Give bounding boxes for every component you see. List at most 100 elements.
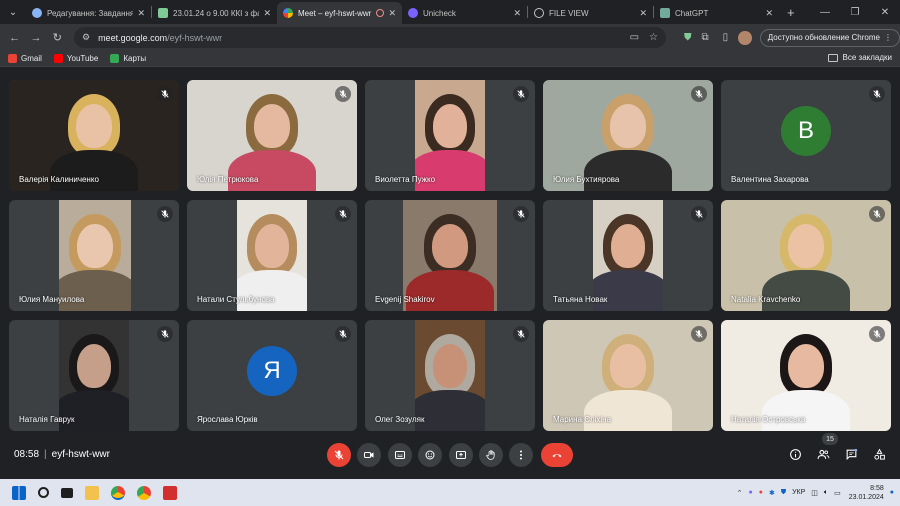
close-window-icon[interactable]: ✕ xyxy=(870,0,900,24)
participant-tile[interactable]: Марина Єліхіна xyxy=(543,320,713,431)
browser-tab[interactable]: Редагування: Завдання ✕ xyxy=(26,2,151,24)
chevron-up-icon[interactable]: ⌃ xyxy=(737,489,743,497)
participant-name: Юлия Мануилова xyxy=(19,295,85,304)
more-options-button[interactable] xyxy=(509,443,533,467)
reactions-button[interactable] xyxy=(418,443,442,467)
present-screen-button[interactable] xyxy=(449,443,473,467)
address-bar[interactable]: ⚙ meet.google.com/eyf-hswt-wwr ▭ ☆ xyxy=(73,27,667,48)
reload-icon[interactable]: ↻ xyxy=(47,31,68,44)
close-tab-icon[interactable]: ✕ xyxy=(388,8,396,19)
browser-tab[interactable]: FILE VIEW ✕ xyxy=(528,2,653,24)
forward-icon[interactable]: → xyxy=(25,32,46,44)
url-text: meet.google.com/eyf-hswt-wwr xyxy=(98,33,620,43)
task-view-icon[interactable] xyxy=(61,487,73,498)
tab-search-icon[interactable]: ⌄ xyxy=(0,0,26,24)
participant-tile[interactable]: Я Ярослава Юрків xyxy=(187,320,357,431)
face-shape xyxy=(610,104,646,148)
camera-icon xyxy=(364,452,374,458)
close-tab-icon[interactable]: ✕ xyxy=(639,8,647,19)
notifications-icon[interactable]: ● xyxy=(890,489,894,496)
minimize-icon[interactable]: — xyxy=(810,0,840,24)
face-shape xyxy=(610,344,646,388)
close-tab-icon[interactable]: ✕ xyxy=(137,8,145,19)
camera-toggle-button[interactable] xyxy=(357,443,381,467)
network-icon[interactable]: ◫ xyxy=(811,489,818,497)
body-shape xyxy=(415,390,485,431)
mic-toggle-button[interactable] xyxy=(327,443,351,467)
security-icon[interactable]: ⛊ xyxy=(781,489,786,497)
pdf-reader-icon[interactable] xyxy=(163,485,177,500)
tray-app-icon[interactable]: ● xyxy=(759,489,763,496)
clock-date: 23.01.2024 xyxy=(848,493,884,501)
muted-mic-icon xyxy=(691,206,707,222)
bookmark-gmail[interactable]: Gmail xyxy=(8,54,42,63)
file-explorer-icon[interactable] xyxy=(85,485,99,500)
all-bookmarks-button[interactable]: Все закладки xyxy=(827,53,892,62)
participant-tile[interactable]: Юлия Бухтиярова xyxy=(543,80,713,191)
bookmark-star-icon[interactable]: ☆ xyxy=(649,32,658,43)
side-panel-icon[interactable]: ▯ xyxy=(723,32,729,43)
restore-icon[interactable]: ❐ xyxy=(840,0,870,24)
close-tab-icon[interactable]: ✕ xyxy=(263,8,271,19)
extension-shield-icon[interactable]: ⛊ xyxy=(684,32,692,43)
participant-tile[interactable]: Evgenij Shakirov xyxy=(365,200,535,311)
tab-title: Редагування: Завдання xyxy=(47,8,134,18)
browser-tab[interactable]: Unicheck ✕ xyxy=(402,2,527,24)
tab-favicon-icon xyxy=(32,8,42,18)
participant-tile[interactable]: Наталія Гаврук xyxy=(9,320,179,431)
close-tab-icon[interactable]: ✕ xyxy=(765,8,773,19)
close-tab-icon[interactable]: ✕ xyxy=(513,8,521,19)
mic-off-icon xyxy=(334,450,344,460)
chrome-update-button[interactable]: Доступно обновление Chrome ⋮ xyxy=(759,28,900,47)
participant-tile[interactable]: Татьяна Новак xyxy=(543,200,713,311)
tray-app-icon[interactable]: ● xyxy=(748,489,752,496)
muted-mic-icon xyxy=(513,326,529,342)
participant-tile[interactable]: Юлія Петрюкова xyxy=(187,80,357,191)
activities-button[interactable] xyxy=(870,445,888,463)
people-button[interactable] xyxy=(814,445,832,463)
muted-mic-icon xyxy=(869,206,885,222)
bookmark-youtube[interactable]: YouTube xyxy=(53,54,99,63)
language-indicator[interactable]: УКР xyxy=(792,489,805,496)
browser-tab-active[interactable]: Meet – eyf-hswt-wwr ✕ xyxy=(277,2,402,24)
windows-start-icon[interactable] xyxy=(12,485,26,500)
participant-tile[interactable]: Олег Зозуляк xyxy=(365,320,535,431)
bluetooth-icon[interactable]: ✱ xyxy=(769,489,775,497)
browser-tab[interactable]: 23.01.24 о 9.00 ККІ з фахо ✕ xyxy=(152,2,277,24)
participant-tile[interactable]: Виолетта Пужко xyxy=(365,80,535,191)
camera-in-use-icon[interactable]: ▭ xyxy=(630,32,639,43)
participant-tile[interactable]: Natalia Kravchenko xyxy=(721,200,891,311)
muted-mic-icon xyxy=(335,206,351,222)
muted-mic-icon xyxy=(157,326,173,342)
tab-favicon-icon xyxy=(158,8,168,18)
search-icon[interactable] xyxy=(38,487,49,498)
extensions-puzzle-icon[interactable]: ⧉ xyxy=(702,32,709,43)
raise-hand-button[interactable] xyxy=(479,443,503,467)
participant-tile[interactable]: В Валентина Захарова xyxy=(721,80,891,191)
body-shape xyxy=(237,270,307,311)
tab-title: Unicheck xyxy=(423,8,456,18)
meeting-details-button[interactable] xyxy=(786,445,804,463)
chrome-icon[interactable] xyxy=(111,485,125,500)
site-info-icon[interactable]: ⚙ xyxy=(82,32,90,43)
participant-tile[interactable]: Наталія Островська xyxy=(721,320,891,431)
new-tab-button[interactable]: + xyxy=(779,5,803,20)
volume-icon[interactable]: 🔈︎ xyxy=(824,489,828,497)
browser-tab[interactable]: ChatGPT ✕ xyxy=(654,2,779,24)
captions-button[interactable] xyxy=(388,443,412,467)
participant-tile[interactable]: Натали Стульбунова xyxy=(187,200,357,311)
leave-call-button[interactable] xyxy=(541,443,573,467)
meeting-info: 08:58 | eyf-hswt-wwr xyxy=(14,449,110,460)
profile-avatar[interactable] xyxy=(738,30,752,45)
participant-tile[interactable]: Валерія Калиниченко xyxy=(9,80,179,191)
bookmark-maps[interactable]: Карты xyxy=(110,54,146,63)
chat-button[interactable] xyxy=(842,445,860,463)
muted-mic-icon xyxy=(335,326,351,342)
bookmark-label: YouTube xyxy=(66,54,99,63)
chrome-profile-icon[interactable] xyxy=(137,485,151,500)
participant-tile[interactable]: Юлия Мануилова xyxy=(9,200,179,311)
battery-icon[interactable]: ▭ xyxy=(834,489,841,497)
back-icon[interactable]: ← xyxy=(4,32,25,44)
face-shape xyxy=(255,224,289,268)
taskbar-clock[interactable]: 8:58 23.01.2024 xyxy=(849,484,884,502)
